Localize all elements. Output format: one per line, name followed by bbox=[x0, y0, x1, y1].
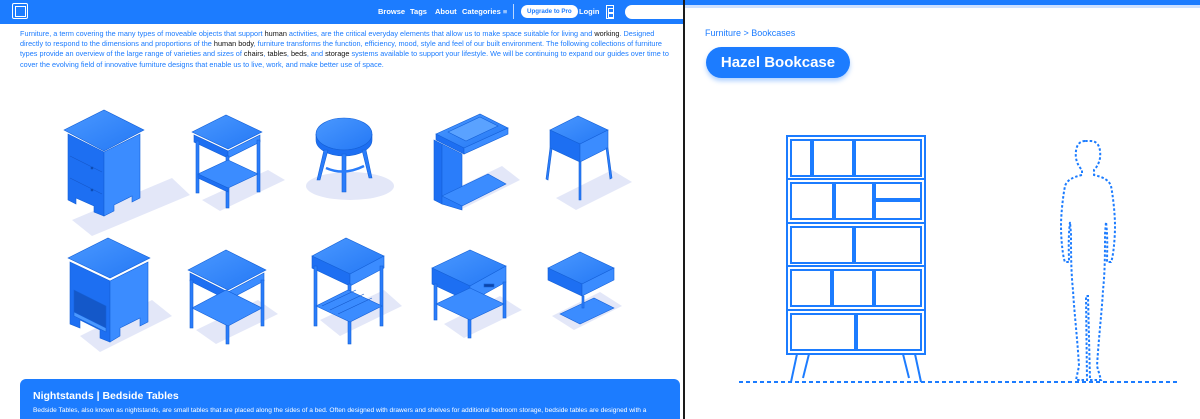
human-silhouette-icon bbox=[1059, 140, 1117, 381]
furniture-grid bbox=[63, 109, 632, 352]
nightstand-open-top-item[interactable] bbox=[545, 115, 632, 210]
card-title: Nightstands | Bedside Tables bbox=[33, 390, 179, 402]
nightstand-drawer-frame-item[interactable] bbox=[431, 249, 522, 339]
bookcase-legs bbox=[790, 353, 922, 383]
nightstand-legs-shelf-item[interactable] bbox=[191, 114, 285, 211]
furniture-category-page: Browse Tags About Categories ≡ Upgrade t… bbox=[0, 0, 683, 419]
round-side-table-item[interactable] bbox=[306, 117, 394, 200]
bookcase-detail-page: Furniture > Bookcases Hazel Bookcase bbox=[685, 0, 1200, 419]
nightstand-slatted-item[interactable] bbox=[311, 237, 402, 345]
floating-nightstand-item[interactable] bbox=[547, 251, 622, 330]
nightstand-frame-shelf-item[interactable] bbox=[187, 249, 278, 345]
nightstand-open-shelf-item[interactable] bbox=[67, 237, 172, 352]
nightstand-drawers-item[interactable] bbox=[63, 109, 190, 236]
card-description: Bedside Tables, also known as nightstand… bbox=[33, 407, 647, 414]
bookcase-elevation-drawing bbox=[739, 135, 1177, 383]
c-shaped-side-table-item[interactable] bbox=[433, 113, 520, 211]
bookcase-dividers bbox=[790, 139, 922, 351]
category-card-nightstands[interactable]: Nightstands | Bedside Tables Bedside Tab… bbox=[20, 379, 680, 419]
